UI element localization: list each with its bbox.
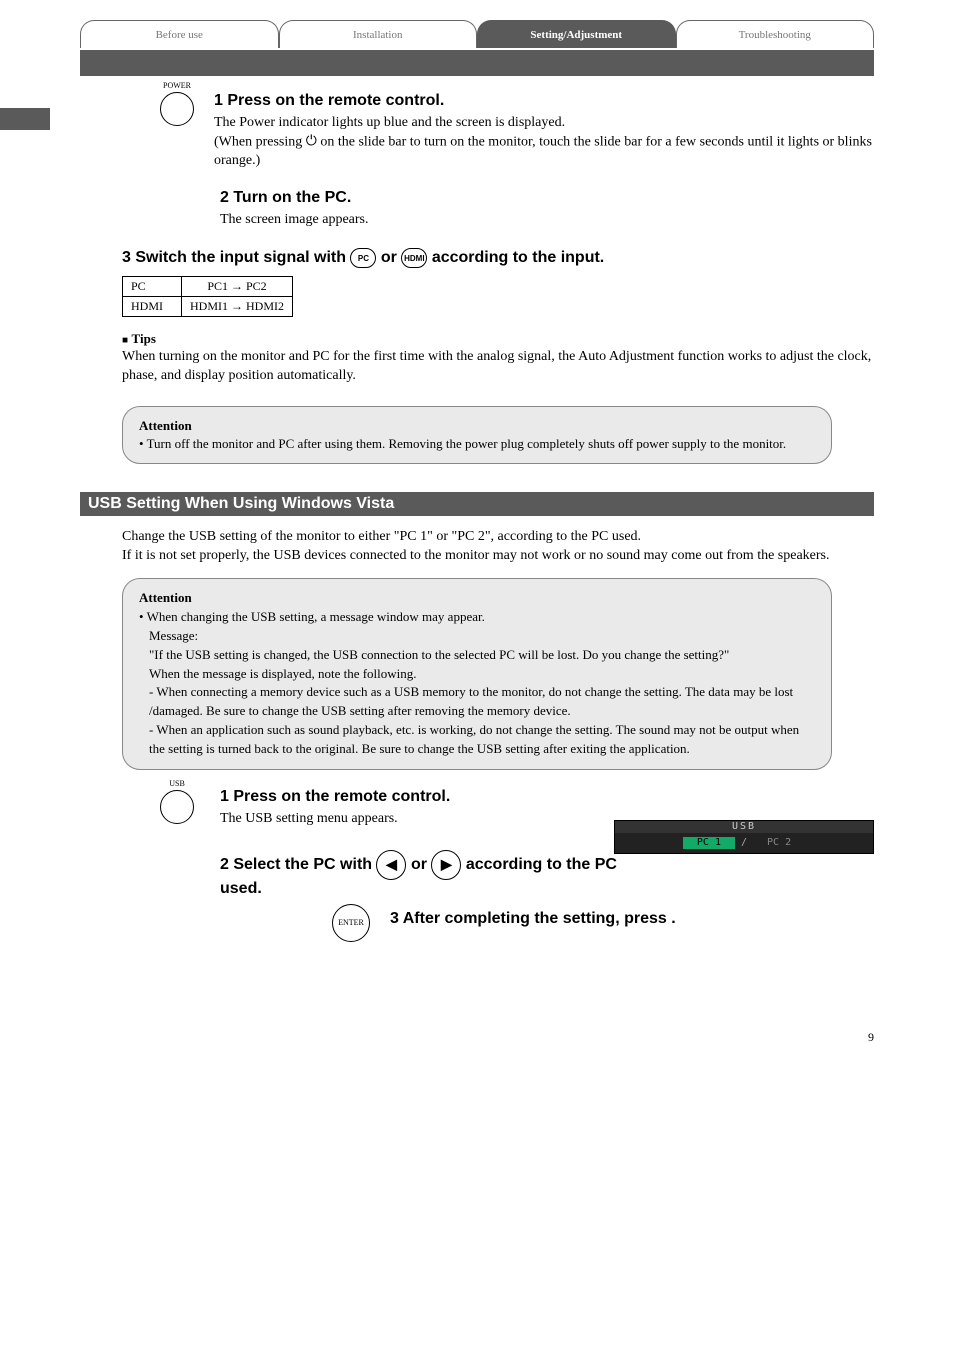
attention-label-1: Attention <box>139 417 815 435</box>
tips-label: Tips <box>132 331 156 346</box>
tbl-pc: PC <box>123 277 182 297</box>
att-msg-body: "If the USB setting is changed, the USB … <box>149 647 729 662</box>
usb-step3-head: 3 After completing the setting, press . <box>390 910 790 928</box>
tab-setting-adjustment: Setting/Adjustment <box>477 20 676 48</box>
usb-screen-title: USB <box>615 821 873 833</box>
tab-troubleshooting: Troubleshooting <box>676 20 875 48</box>
power-button-icon: POWER <box>160 92 194 126</box>
step2-head-text: Turn on the PC. <box>233 189 351 206</box>
right-arrow-icon: ▶ <box>431 850 461 880</box>
signal-table: PC PC1 → PC2 HDMI HDMI1 → HDMI2 <box>122 276 293 317</box>
u2c: or <box>411 856 431 873</box>
usb-screen-illustration: USB PC 1 / PC 2 <box>614 820 874 854</box>
step1-body2: (When pressing ⏻ on the slide bar to tur… <box>214 133 874 171</box>
att-b2b: - When connecting a memory device such a… <box>149 683 815 721</box>
enter-button-icon: ENTER <box>332 904 370 942</box>
usb-button-icon: USB <box>160 790 194 824</box>
att-b1: • When changing the USB setting, a messa… <box>139 608 815 627</box>
att-b2c: - When an application such as sound play… <box>149 721 815 759</box>
usb-step2-head: 2 Select the PC with ◀ or ▶ according to… <box>220 850 640 898</box>
usb-step1-body: The USB setting menu appears. <box>220 810 650 829</box>
attention-label-2: Attention <box>139 589 815 608</box>
step3-heading: 3 Switch the input signal with PC or HDM… <box>122 248 874 268</box>
side-language-tab <box>0 108 50 130</box>
step1-heading: 1 Press on the remote control. <box>214 92 874 110</box>
step1-b2a: (When pressing <box>214 135 306 150</box>
s3h2: or <box>381 249 401 266</box>
section-usb-header: USB Setting When Using Windows Vista <box>80 492 874 516</box>
tab-installation: Installation <box>279 20 478 48</box>
tbl-hdmi: HDMI <box>123 297 182 317</box>
step1-body1: The Power indicator lights up blue and t… <box>214 114 874 133</box>
tbl-pc-seq: PC1 → PC2 <box>182 277 293 297</box>
attention-box-1: Attention • Turn off the monitor and PC … <box>122 406 832 464</box>
s3h1: Switch the input signal with <box>135 249 350 266</box>
usb-intro1: Change the USB setting of the monitor to… <box>122 528 832 547</box>
tips-body: When turning on the monitor and PC for t… <box>122 348 874 386</box>
attention-body-1: • Turn off the monitor and PC after usin… <box>139 435 815 453</box>
usb-screen-sep: / <box>741 837 747 848</box>
usb-screen-pc2: PC 2 <box>753 837 805 848</box>
pc-button-icon: PC <box>350 248 376 268</box>
att-b2a: When the message is displayed, note the … <box>149 665 815 684</box>
power-label: POWER <box>163 81 191 90</box>
page-number: 9 <box>0 1030 874 1045</box>
step2-body: The screen image appears. <box>220 211 874 230</box>
step1-head-text: Press on the remote control. <box>227 92 444 109</box>
step2-heading: 2 Turn on the PC. <box>220 189 874 207</box>
tips-block: ■ Tips When turning on the monitor and P… <box>122 331 874 386</box>
u2a: Select the <box>233 856 313 873</box>
usb-label: USB <box>169 779 185 788</box>
tab-before-use: Before use <box>80 20 279 48</box>
attention-box-2: Attention • When changing the USB settin… <box>122 578 832 770</box>
hdmi-button-icon: HDMI <box>401 248 427 268</box>
u3h: After completing the setting, press . <box>403 910 676 927</box>
usb-intro2: If it is not set properly, the USB devic… <box>122 547 832 566</box>
left-arrow-icon: ◀ <box>376 850 406 880</box>
power-symbol-icon: ⏻ <box>306 133 317 152</box>
s3h3: according to the input. <box>432 249 604 266</box>
usb-s1h: Press on the remote control. <box>233 788 450 805</box>
usb-screen-pc1: PC 1 <box>683 837 735 849</box>
u2b: PC with <box>313 856 376 873</box>
header-bar <box>80 50 874 76</box>
att-msg-label: Message: <box>149 628 198 643</box>
usb-step1-head: 1 Press on the remote control. <box>220 788 650 806</box>
top-tabs: Before use Installation Setting/Adjustme… <box>80 20 874 48</box>
tbl-hdmi-seq: HDMI1 → HDMI2 <box>182 297 293 317</box>
